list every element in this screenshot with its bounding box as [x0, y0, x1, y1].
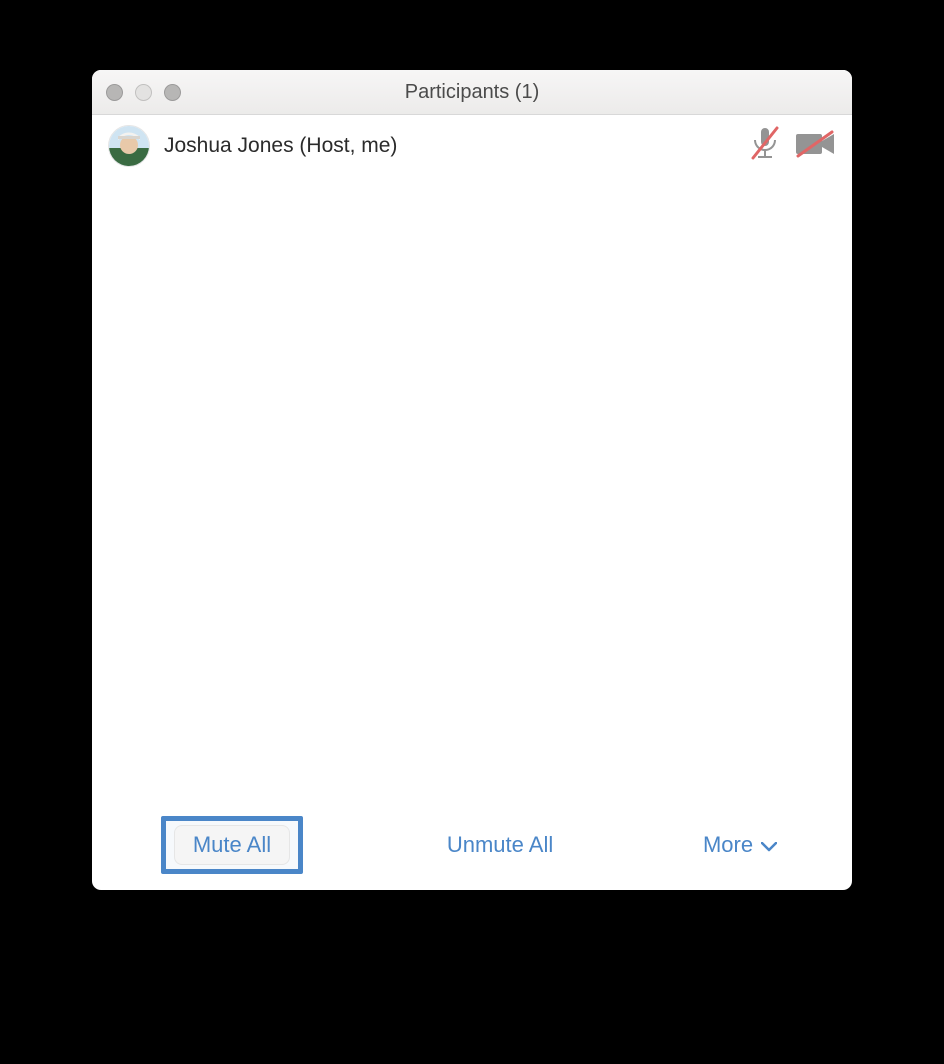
more-label: More — [703, 832, 753, 858]
participants-window: Participants (1) Joshua Jones (Host, me) — [92, 70, 852, 890]
chevron-down-icon — [761, 832, 777, 858]
footer: Mute All Unmute All More — [92, 800, 852, 890]
avatar — [108, 125, 150, 167]
mute-all-button[interactable]: Mute All — [174, 825, 290, 865]
window-controls — [106, 84, 181, 101]
mic-muted-icon — [750, 126, 780, 167]
participants-list: Joshua Jones (Host, me) — [92, 115, 852, 800]
window-title: Participants (1) — [92, 81, 852, 104]
video-off-icon — [794, 129, 836, 164]
more-button[interactable]: More — [697, 831, 783, 859]
minimize-window-button[interactable] — [135, 84, 152, 101]
titlebar: Participants (1) — [92, 70, 852, 115]
participant-row[interactable]: Joshua Jones (Host, me) — [92, 115, 852, 177]
mute-all-highlight: Mute All — [161, 816, 303, 874]
participant-status — [750, 126, 836, 167]
participant-name: Joshua Jones (Host, me) — [164, 134, 750, 158]
close-window-button[interactable] — [106, 84, 123, 101]
unmute-all-button[interactable]: Unmute All — [441, 831, 559, 859]
zoom-window-button[interactable] — [164, 84, 181, 101]
